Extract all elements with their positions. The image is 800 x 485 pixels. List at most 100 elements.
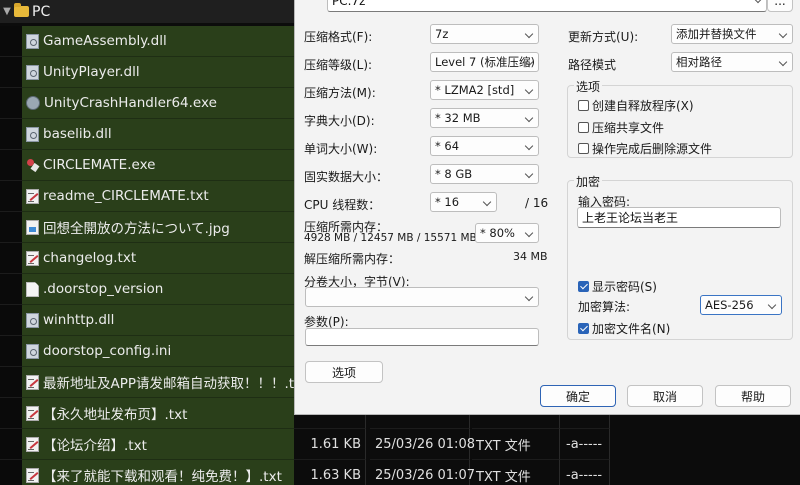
format-select[interactable]: 7z <box>430 24 539 44</box>
password-value: 上老王论坛当老王 <box>582 211 679 225</box>
file-name-cell[interactable]: GameAssembly.dll <box>22 26 294 57</box>
chevron-down-icon[interactable]: ▼ <box>0 6 14 17</box>
dict-value: * 32 MB <box>435 111 481 125</box>
file-name-cell[interactable]: baselib.dll <box>22 119 294 150</box>
file-txt-icon <box>26 250 39 266</box>
row-gutter <box>0 429 22 460</box>
ok-button[interactable]: 确定 <box>540 385 616 407</box>
file-name-cell[interactable]: 【永久地址发布页】.txt <box>22 398 294 429</box>
file-cm-icon <box>26 158 39 173</box>
file-name-cell[interactable]: winhttp.dll <box>22 305 294 336</box>
file-crash-icon <box>26 96 40 110</box>
word-select[interactable]: * 64 <box>430 136 539 156</box>
file-name-cell[interactable]: changelog.txt <box>22 243 294 274</box>
memory-value: 4928 MB / 12457 MB / 15571 MB <box>304 232 477 244</box>
file-name-cell[interactable]: 【论坛介绍】.txt <box>22 429 294 460</box>
row-gutter <box>0 398 22 429</box>
cancel-button[interactable]: 取消 <box>627 385 703 407</box>
file-name: 【永久地址发布页】.txt <box>43 407 188 423</box>
shared-files-checkbox[interactable]: 压缩共享文件 <box>578 119 664 136</box>
checkbox-icon <box>578 143 589 154</box>
row-gutter <box>0 57 22 88</box>
path-mode-select[interactable]: 相对路径 <box>671 52 793 72</box>
checkbox-checked-icon <box>578 281 589 292</box>
file-name-cell[interactable]: 【来了就能下载和观看！纯免费！】.txt <box>22 460 294 485</box>
level-label: 压缩等级(L): <box>304 58 373 72</box>
file-name: winhttp.dll <box>43 312 115 328</box>
file-gear-icon <box>26 343 39 359</box>
options-group-title: 选项 <box>574 78 603 95</box>
file-name: UnityPlayer.dll <box>43 64 140 80</box>
file-row[interactable]: 【论坛介绍】.txt 1.61 KB 25/03/26 01:08 TXT 文件 -a-… <box>0 429 800 460</box>
checkbox-checked-icon <box>578 323 589 334</box>
row-gutter <box>0 367 22 398</box>
file-name: 回想全開放の方法について.jpg <box>43 221 230 237</box>
method-label: 压缩方法(M): <box>304 86 376 100</box>
file-txt-icon <box>26 467 39 483</box>
solid-value: * 8 GB <box>435 167 473 181</box>
params-input[interactable] <box>305 328 539 346</box>
file-name-cell[interactable]: 回想全開放の方法について.jpg <box>22 212 294 243</box>
decomp-memory-value: 34 MB <box>513 250 548 263</box>
row-gutter <box>0 460 22 485</box>
file-name-cell[interactable]: readme_CIRCLEMATE.txt <box>22 181 294 212</box>
archive-name-dropdown[interactable] <box>327 0 767 12</box>
threads-select[interactable]: * 16 <box>430 192 497 212</box>
path-mode-value: 相对路径 <box>676 55 722 69</box>
update-select[interactable]: 添加并替换文件 <box>671 24 793 44</box>
file-name: .doorstop_version <box>43 281 164 297</box>
file-name-cell[interactable]: 最新地址及APP请发邮箱自动获取！！！.txt <box>22 367 294 398</box>
file-name-cell[interactable]: UnityPlayer.dll <box>22 57 294 88</box>
encryption-group-title: 加密 <box>574 173 603 190</box>
sfx-checkbox[interactable]: 创建自释放程序(X) <box>578 97 694 114</box>
encrypt-names-label: 加密文件名(N) <box>592 322 671 336</box>
file-txt-icon <box>26 374 39 390</box>
help-button[interactable]: 帮助 <box>715 385 791 407</box>
word-value: * 64 <box>435 139 460 153</box>
shared-files-checkbox-label: 压缩共享文件 <box>592 121 665 135</box>
encrypt-names-checkbox[interactable]: 加密文件名(N) <box>578 320 670 337</box>
file-name: CIRCLEMATE.exe <box>43 157 156 173</box>
enc-method-value: AES-256 <box>705 298 754 312</box>
add-to-archive-dialog: PC.7z ... 压缩格式(F): 7z 压缩等级(L): Level 7 (… <box>294 0 800 415</box>
memory-percent-select[interactable]: * 80% <box>475 223 539 243</box>
checkbox-icon <box>578 100 589 111</box>
show-password-checkbox[interactable]: 显示密码(S) <box>578 278 657 295</box>
password-input[interactable]: 上老王论坛当老王 <box>577 207 781 228</box>
file-name-cell[interactable]: UnityCrashHandler64.exe <box>22 88 294 119</box>
row-gutter <box>0 274 22 305</box>
threads-total: / 16 <box>525 196 549 210</box>
file-row[interactable]: 【来了就能下载和观看！纯免费！】.txt 1.63 KB 25/03/26 01:0… <box>0 460 800 485</box>
delete-after-checkbox[interactable]: 操作完成后删除源文件 <box>578 140 712 157</box>
file-txt-icon <box>26 188 39 204</box>
decomp-memory-label: 解压缩所需内存： <box>304 252 401 266</box>
tree-root-pc[interactable]: ▼ PC <box>0 0 300 23</box>
file-attributes: -a----- <box>560 429 610 460</box>
enc-method-label: 加密算法: <box>578 300 631 314</box>
method-select[interactable]: * LZMA2 [std] <box>430 80 539 100</box>
file-txt-icon <box>26 405 39 421</box>
update-value: 添加并替换文件 <box>676 27 757 41</box>
file-name-cell[interactable]: .doorstop_version <box>22 274 294 305</box>
file-name-cell[interactable]: doorstop_config.ini <box>22 336 294 367</box>
split-select[interactable] <box>305 287 539 307</box>
browse-button[interactable]: ... <box>767 0 793 12</box>
file-jpg-icon <box>26 219 39 235</box>
dict-label: 字典大小(D): <box>304 114 375 128</box>
file-date: 25/03/26 01:08 <box>370 429 475 460</box>
solid-select[interactable]: * 8 GB <box>430 164 539 184</box>
file-name-cell[interactable]: CIRCLEMATE.exe <box>22 150 294 181</box>
level-select[interactable]: Level 7 (标准压缩) <box>430 52 539 72</box>
row-gutter <box>0 88 22 119</box>
file-date: 25/03/26 01:07 <box>370 460 475 485</box>
file-size: 1.61 KB <box>294 429 366 460</box>
enc-method-select[interactable]: AES-256 <box>700 295 782 315</box>
row-gutter <box>0 181 22 212</box>
options-button[interactable]: 选项 <box>305 361 383 383</box>
path-mode-label: 路径模式 <box>568 58 617 72</box>
checkbox-icon <box>578 122 589 133</box>
dict-select[interactable]: * 32 MB <box>430 108 539 128</box>
memory-percent-value: * 80% <box>480 226 515 240</box>
format-label: 压缩格式(F): <box>304 30 373 44</box>
file-name: GameAssembly.dll <box>43 33 167 49</box>
